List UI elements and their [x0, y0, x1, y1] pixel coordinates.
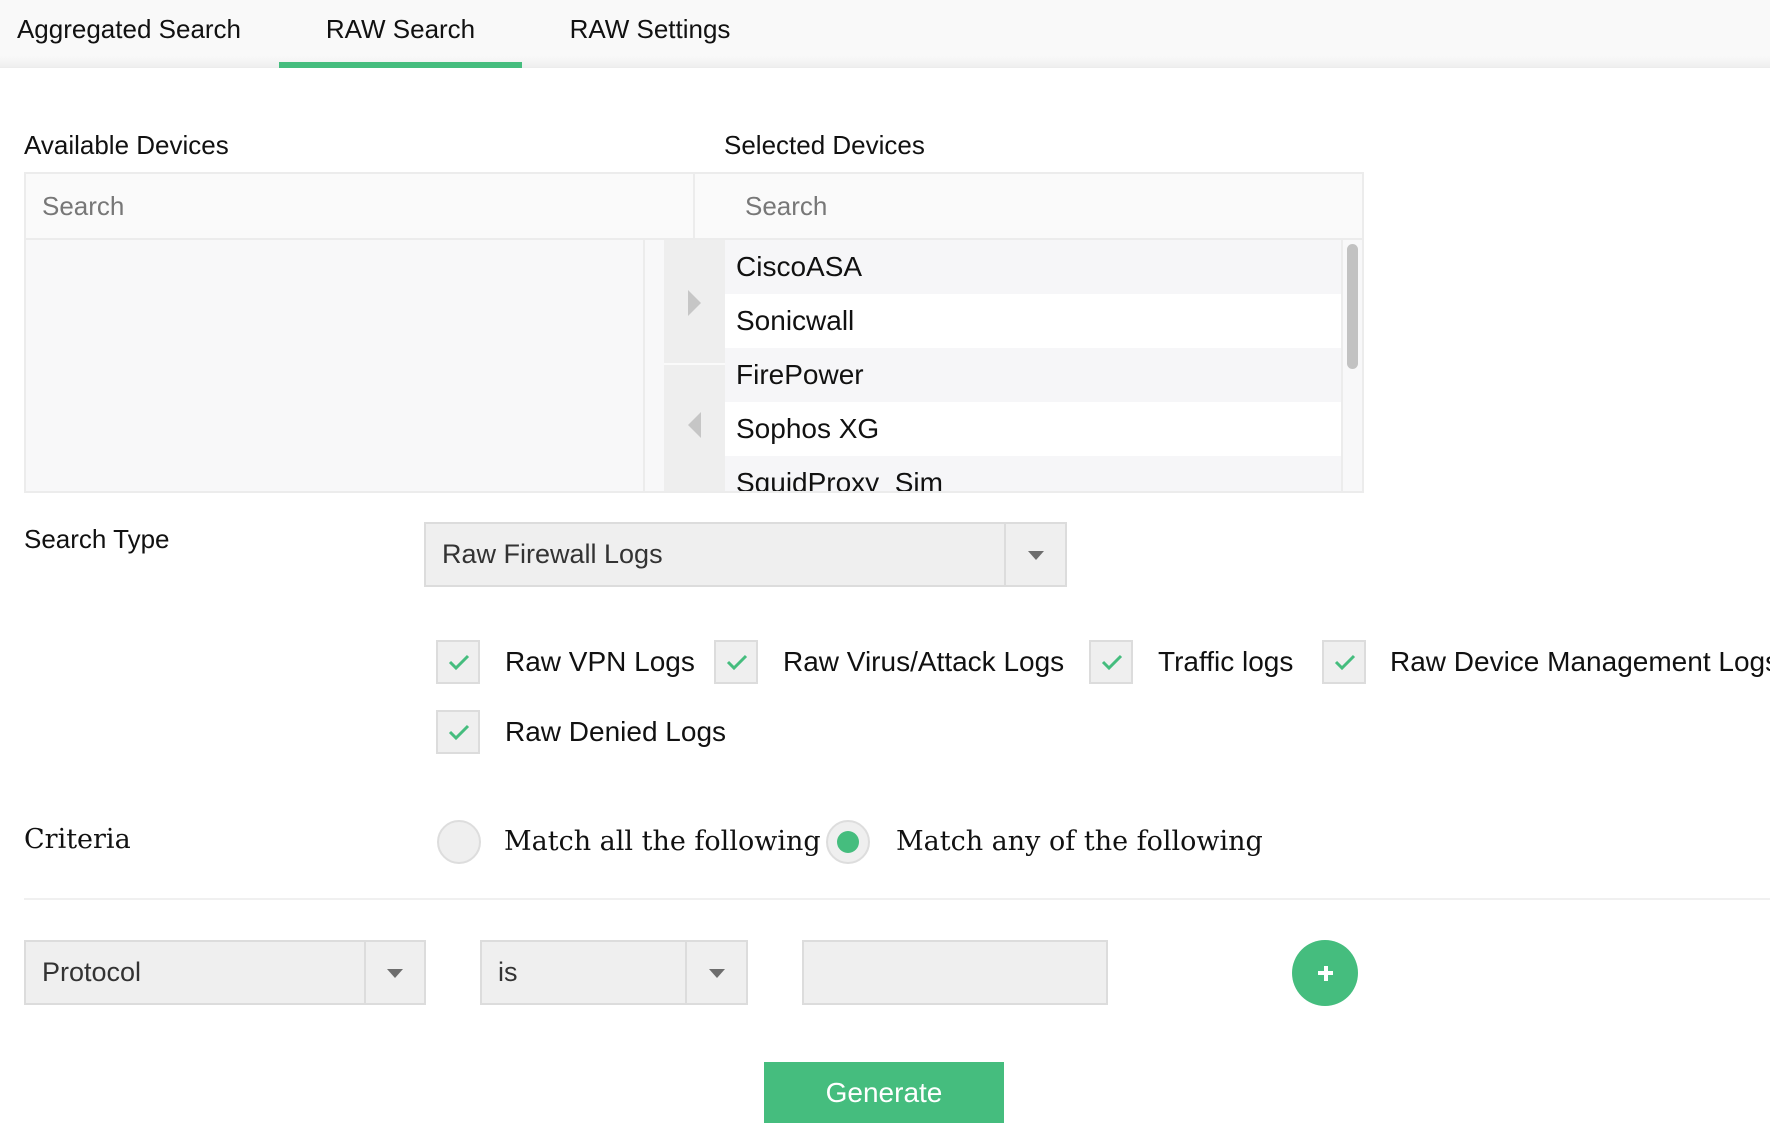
criteria-label: Criteria — [24, 824, 131, 855]
list-item[interactable]: CiscoASA — [725, 240, 1341, 294]
tab-label: RAW Search — [325, 14, 476, 44]
scrollbar-thumb[interactable] — [1347, 244, 1358, 369]
search-type-value: Raw Firewall Logs — [442, 539, 663, 569]
tab-bar: Aggregated Search RAW Search RAW Setting… — [0, 0, 1770, 68]
chevron-down-icon — [708, 968, 725, 978]
chevron-down-icon — [1027, 550, 1044, 560]
checkmark-icon — [448, 724, 470, 741]
tab-raw-settings[interactable]: RAW Settings — [540, 0, 760, 68]
list-item[interactable]: FirePower — [725, 348, 1341, 402]
criteria-operator-dropdown[interactable]: is — [480, 940, 748, 1005]
transfer-controls — [664, 240, 725, 491]
selected-devices-list: CiscoASA Sonicwall FirePower Sophos XG S… — [725, 240, 1341, 491]
tab-aggregated-search[interactable]: Aggregated Search — [0, 0, 258, 68]
checkbox-raw-virus-attack-logs[interactable] — [714, 640, 758, 684]
available-search-field — [26, 174, 695, 240]
checkbox-label[interactable]: Raw Virus/Attack Logs — [783, 640, 1064, 684]
tab-raw-search[interactable]: RAW Search — [279, 0, 522, 68]
available-devices-list[interactable] — [26, 240, 643, 491]
move-to-selected-button[interactable] — [664, 240, 725, 365]
arrow-right-icon — [688, 290, 701, 316]
device-picker: CiscoASA Sonicwall FirePower Sophos XG S… — [24, 172, 1364, 493]
available-devices-search-input[interactable] — [26, 174, 693, 238]
checkmark-icon — [1101, 654, 1123, 671]
checkbox-label[interactable]: Raw Device Management Logs — [1390, 640, 1770, 684]
tab-label: Aggregated Search — [16, 14, 242, 44]
radio-label-match-all[interactable]: Match all the following — [504, 820, 821, 864]
search-type-label: Search Type — [24, 524, 170, 554]
radio-match-any[interactable] — [826, 820, 870, 864]
criteria-field-dropdown[interactable]: Protocol — [24, 940, 426, 1005]
checkbox-label[interactable]: Raw VPN Logs — [505, 640, 695, 684]
arrow-left-icon — [688, 412, 701, 438]
checkbox-raw-vpn-logs[interactable] — [436, 640, 480, 684]
list-item[interactable]: SquidProxy_Sim — [725, 456, 1341, 491]
dropdown-toggle[interactable] — [364, 942, 424, 1003]
criteria-field-value: Protocol — [42, 957, 142, 987]
checkbox-label[interactable]: Traffic logs — [1158, 640, 1293, 684]
dropdown-toggle[interactable] — [685, 942, 746, 1003]
selected-devices-scrollbar[interactable] — [1341, 240, 1362, 491]
checkbox-label[interactable]: Raw Denied Logs — [505, 710, 726, 754]
selected-devices-search-input[interactable] — [695, 174, 1362, 238]
list-item[interactable]: Sophos XG — [725, 402, 1341, 456]
chevron-down-icon — [387, 968, 403, 978]
checkbox-raw-device-management-logs[interactable] — [1322, 640, 1366, 684]
checkbox-traffic-logs[interactable] — [1089, 640, 1133, 684]
move-to-available-button[interactable] — [664, 367, 725, 491]
available-devices-scrollbar[interactable] — [643, 240, 664, 491]
checkbox-raw-denied-logs[interactable] — [436, 710, 480, 754]
search-type-dropdown[interactable]: Raw Firewall Logs — [424, 522, 1067, 587]
selected-search-field — [695, 174, 1362, 240]
section-divider — [24, 898, 1770, 900]
tab-label: RAW Settings — [569, 14, 731, 44]
criteria-value-input[interactable] — [804, 942, 1106, 1003]
available-devices-label: Available Devices — [24, 130, 229, 160]
dropdown-toggle[interactable] — [1004, 524, 1065, 585]
checkmark-icon — [448, 654, 470, 671]
generate-button[interactable]: Generate — [764, 1062, 1004, 1123]
list-item[interactable]: Sonicwall — [725, 294, 1341, 348]
selected-devices-label: Selected Devices — [724, 130, 925, 160]
criteria-operator-value: is — [498, 957, 518, 987]
radio-match-all[interactable] — [437, 820, 481, 864]
checkmark-icon — [1334, 654, 1356, 671]
checkmark-icon — [726, 654, 748, 671]
radio-label-match-any[interactable]: Match any of the following — [896, 820, 1263, 864]
add-criteria-button[interactable] — [1292, 940, 1358, 1006]
active-tab-indicator — [279, 62, 522, 68]
criteria-value-field — [802, 940, 1108, 1005]
radio-selected-dot — [837, 831, 859, 853]
